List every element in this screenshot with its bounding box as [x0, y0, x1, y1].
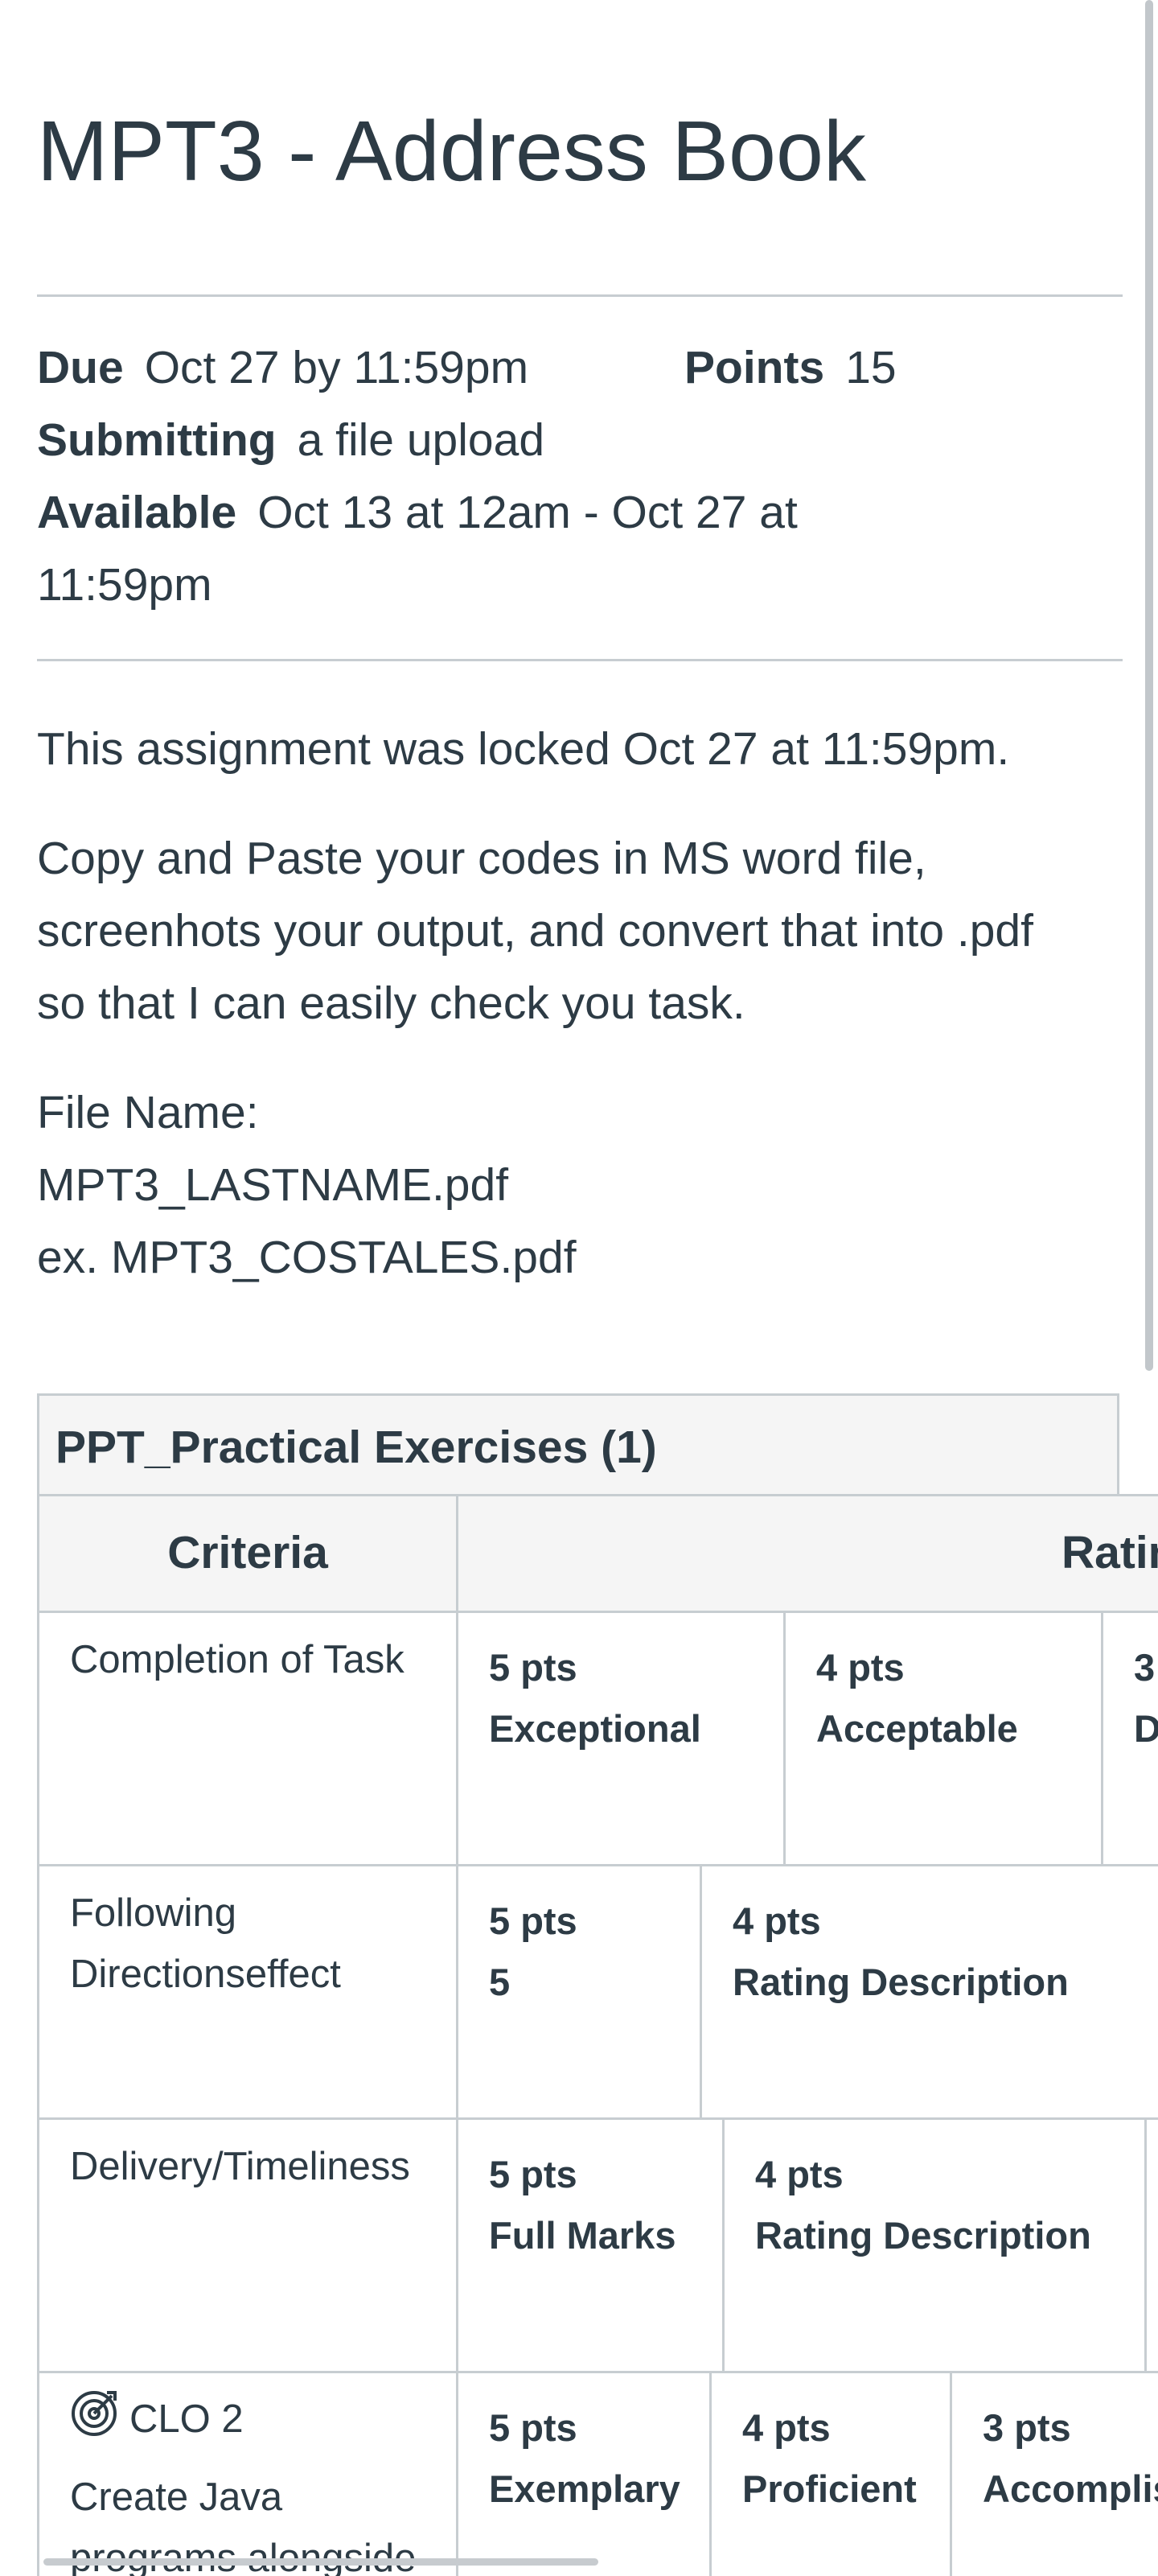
submitting-row: Submitting a file upload — [37, 404, 544, 476]
criterion-line: Create Java — [70, 2475, 283, 2519]
rating-cell: 3 pts Accomplis — [950, 2371, 1158, 2576]
criterion-line: programs alongside — [70, 2537, 417, 2576]
available-row: Available Oct 13 at 12am - Oct 27 at 11:5… — [37, 476, 798, 621]
rating-points: 4 pts — [742, 2406, 831, 2449]
rating-cell — [1144, 2117, 1158, 2373]
divider — [37, 659, 1123, 661]
rubric-table: PPT_Practical Exercises (1) Criteria Rat… — [37, 1393, 1158, 2576]
points-row: Points 15 — [684, 331, 897, 404]
horizontal-scrollbar[interactable] — [43, 2558, 598, 2566]
rating-cell: 5 pts Exemplary — [456, 2371, 712, 2576]
rating-points: 5 pts — [489, 1899, 577, 1942]
table-row-criterion: CLO 2 Create Java programs alongside — [37, 2371, 458, 2576]
available-label: Available — [37, 487, 237, 538]
page-title: MPT3 - Address Book — [37, 104, 866, 199]
rating-points: 3 pts — [983, 2406, 1071, 2449]
due-row: Due Oct 27 by 11:59pm — [37, 331, 528, 404]
file-name-info: File Name: MPT3_LASTNAME.pdf ex. MPT3_CO… — [37, 1076, 577, 1294]
outcome-row: CLO 2 — [70, 2388, 425, 2455]
table-row-criterion: Following Directionseffect — [37, 1864, 458, 2120]
rating-cell: 3 D — [1101, 1611, 1158, 1866]
rating-points: 5 pts — [489, 1646, 577, 1689]
table-row-criterion: Delivery/Timeliness — [37, 2117, 458, 2373]
rubric-title: PPT_Practical Exercises (1) — [37, 1393, 1119, 1496]
rating-description: Full Marks — [489, 2214, 676, 2257]
points-value: 15 — [845, 342, 897, 393]
points-label: Points — [684, 342, 825, 393]
ratings-header: Ratin — [456, 1494, 1158, 1613]
submitting-value: a file upload — [297, 414, 545, 466]
rating-description: Acceptable — [816, 1707, 1018, 1750]
available-value: Oct 13 at 12am - Oct 27 at — [257, 487, 798, 538]
rating-points: 5 pts — [489, 2153, 577, 2195]
due-value: Oct 27 by 11:59pm — [144, 342, 529, 393]
rating-points: 3 — [1134, 1646, 1156, 1689]
vertical-scrollbar[interactable] — [1145, 0, 1153, 1371]
rating-points: 4 pts — [755, 2153, 844, 2195]
rating-cell: 5 pts Full Marks — [456, 2117, 725, 2373]
rating-description: Proficient — [742, 2467, 917, 2510]
rating-description: 5 — [489, 1961, 511, 2003]
available-value-cont: 11:59pm — [37, 559, 212, 611]
file-name-example: ex. MPT3_COSTALES.pdf — [37, 1232, 577, 1283]
rating-cell: 4 pts Rating Description — [700, 1864, 1158, 2120]
rating-description: Rating Description — [733, 1961, 1069, 2003]
instructions-line: Copy and Paste your codes in MS word fil… — [37, 833, 926, 884]
instructions-line: so that I can easily check you task. — [37, 977, 745, 1029]
rating-description: Exceptional — [489, 1707, 701, 1750]
rating-points: 4 pts — [733, 1899, 821, 1942]
rating-description: Exemplary — [489, 2467, 680, 2510]
rating-cell: 4 pts Acceptable — [783, 1611, 1103, 1866]
instructions: Copy and Paste your codes in MS word fil… — [37, 822, 1033, 1039]
file-name-pattern: MPT3_LASTNAME.pdf — [37, 1159, 509, 1211]
rating-cell: 5 pts 5 — [456, 1864, 702, 2120]
due-label: Due — [37, 342, 124, 393]
rating-description: Accomplis — [983, 2467, 1158, 2510]
file-name-label: File Name: — [37, 1087, 259, 1138]
rating-cell: 5 pts Exceptional — [456, 1611, 786, 1866]
rating-cell: 4 pts Proficient — [709, 2371, 952, 2576]
rating-points: 4 pts — [816, 1646, 905, 1689]
rating-cell: 4 pts Rating Description — [722, 2117, 1147, 2373]
locked-notice: This assignment was locked Oct 27 at 11:… — [37, 723, 1010, 775]
instructions-line: screenhots your output, and convert that… — [37, 905, 1033, 957]
criterion-line: Directionseffect — [70, 1953, 341, 1996]
rating-description: Rating Description — [755, 2214, 1091, 2257]
outcome-target-icon — [70, 2388, 120, 2455]
criterion-line: Following — [70, 1891, 236, 1935]
outcome-label: CLO 2 — [129, 2397, 244, 2441]
divider — [37, 294, 1123, 297]
rating-points: 5 pts — [489, 2406, 577, 2449]
rating-description: D — [1134, 1707, 1158, 1750]
submitting-label: Submitting — [37, 414, 277, 466]
criteria-header: Criteria — [37, 1494, 458, 1613]
table-row-criterion: Completion of Task — [37, 1611, 458, 1866]
